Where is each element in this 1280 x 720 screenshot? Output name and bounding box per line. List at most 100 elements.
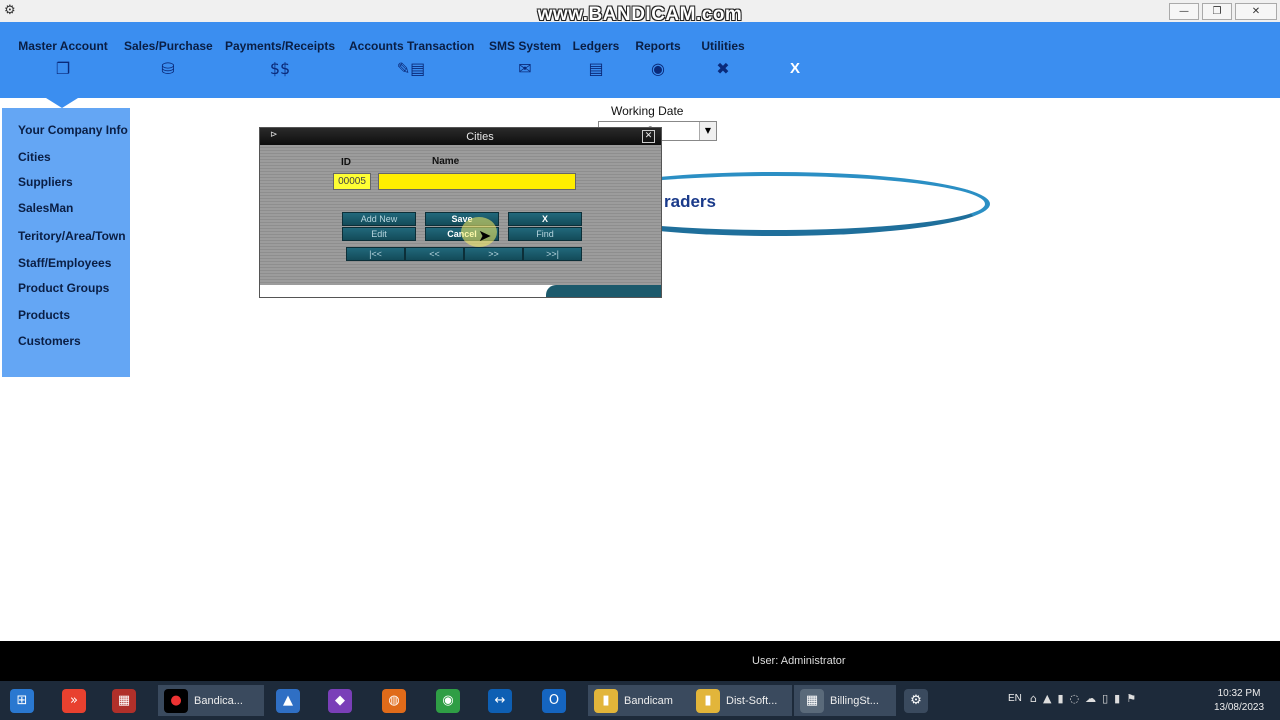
- azure-icon: ▲: [276, 688, 300, 713]
- menu-close-button[interactable]: X: [790, 60, 800, 77]
- menu-label: Utilities: [701, 39, 745, 53]
- menu-master-account[interactable]: Master Account ❐: [18, 22, 108, 98]
- first-record-button[interactable]: |<<: [346, 247, 405, 261]
- toolbox-icon: ▦: [112, 688, 136, 713]
- taskbar-app-azure[interactable]: ▲: [276, 685, 300, 716]
- menu-utilities[interactable]: Utilities ✖: [700, 22, 746, 98]
- sidebar-item-company-info[interactable]: Your Company Info: [18, 123, 128, 137]
- eye-icon: ◉: [651, 59, 665, 78]
- mouse-cursor-icon: ➤: [478, 226, 492, 245]
- name-field[interactable]: [378, 173, 576, 190]
- envelope-icon: ✉: [518, 59, 532, 78]
- taskbar-app-share[interactable]: »: [62, 685, 86, 716]
- sidebar-item-staff[interactable]: Staff/Employees: [18, 256, 111, 270]
- record-icon: ●: [164, 688, 188, 713]
- taskbar-label: Bandicam: [624, 694, 673, 707]
- clock-time: 10:32 PM: [1217, 688, 1261, 699]
- taskbar-folder-bandicam[interactable]: ▮ Bandicam: [588, 685, 690, 716]
- outlook-icon: O: [542, 688, 566, 713]
- dialog-x-button[interactable]: X: [508, 212, 582, 226]
- taskbar-app-shuttle[interactable]: ⚙: [904, 685, 928, 716]
- folder-icon: ▮: [696, 688, 720, 713]
- taskbar-label: Dist-Soft...: [726, 694, 778, 707]
- status-bar: User: Administrator: [0, 641, 1280, 681]
- ledger-pen-icon: ✎▤: [396, 59, 426, 78]
- sidebar-pointer: [46, 98, 78, 108]
- window-title-bar: ⚙ www.BANDICAM.com — ❐ ✕: [0, 0, 1280, 25]
- menu-label: Ledgers: [572, 39, 620, 53]
- taskbar-folder-dist-soft[interactable]: ▮ Dist-Soft...: [690, 685, 792, 716]
- working-date-label: Working Date: [611, 104, 684, 118]
- taskbar-app-visual-studio[interactable]: ◆: [328, 685, 352, 716]
- find-button[interactable]: Find: [508, 227, 582, 241]
- sidebar: Your Company Info Cities Suppliers Sales…: [2, 108, 130, 377]
- sidebar-item-customers[interactable]: Customers: [18, 334, 81, 348]
- id-field[interactable]: 00005: [333, 173, 371, 190]
- id-label: ID: [341, 157, 351, 168]
- menu-label: Reports: [635, 39, 681, 53]
- menu-reports[interactable]: Reports ◉: [634, 22, 682, 98]
- sidebar-item-cities[interactable]: Cities: [18, 150, 51, 164]
- sidebar-item-suppliers[interactable]: Suppliers: [18, 175, 73, 189]
- dialog-footer-accent: [546, 285, 661, 297]
- status-user: User: Administrator: [752, 655, 846, 667]
- visual-studio-icon: ◆: [328, 688, 352, 713]
- main-menu-bar: Master Account ❐ Sales/Purchase ⛁ Paymen…: [0, 22, 1280, 98]
- start-button[interactable]: ⊞: [10, 685, 34, 716]
- dialog-title-bar: ⊳ Cities ✕: [260, 128, 661, 145]
- chrome-icon: ◉: [436, 688, 460, 713]
- menu-label: SMS System: [489, 39, 562, 53]
- share-app-icon: »: [62, 688, 86, 713]
- taskbar-app-billing[interactable]: ▦ BillingSt...: [794, 685, 896, 716]
- system-tray-icons[interactable]: ⌂▲▮◌☁▯▮⚑: [1030, 692, 1142, 705]
- taskbar-app-toolbox[interactable]: ▦: [112, 685, 136, 716]
- dialog-footer: [260, 285, 661, 297]
- sidebar-item-product-groups[interactable]: Product Groups: [18, 281, 109, 295]
- menu-sales-purchase[interactable]: Sales/Purchase ⛁: [124, 22, 213, 98]
- sidebar-item-territory[interactable]: Teritory/Area/Town: [18, 229, 126, 243]
- document-icon: ❐: [55, 59, 71, 78]
- teamviewer-icon: ↔: [488, 688, 512, 713]
- dialog-title: Cities: [466, 131, 494, 143]
- chevron-down-icon[interactable]: ▼: [699, 122, 716, 140]
- folder-icon: ▮: [594, 688, 618, 713]
- cities-dialog: ⊳ Cities ✕ ID Name 00005 Add New Save X …: [259, 127, 662, 298]
- minimize-button[interactable]: —: [1169, 3, 1199, 20]
- menu-payments-receipts[interactable]: Payments/Receipts $$: [225, 22, 335, 98]
- menu-accounts-transaction[interactable]: Accounts Transaction ✎▤: [349, 22, 475, 98]
- company-name: raders: [664, 192, 716, 211]
- firefox-icon: ◍: [382, 688, 406, 713]
- menu-label: Payments/Receipts: [225, 39, 336, 53]
- sidebar-item-salesman[interactable]: SalesMan: [18, 201, 73, 215]
- taskbar-app-chrome[interactable]: ◉: [436, 685, 460, 716]
- taskbar-clock[interactable]: 10:32 PM 13/08/2023: [1208, 687, 1270, 715]
- dialog-close-icon[interactable]: ✕: [642, 130, 655, 143]
- language-indicator[interactable]: EN: [1008, 693, 1022, 704]
- tools-icon: ✖: [716, 59, 730, 78]
- dollar-icon: $$: [269, 59, 291, 78]
- menu-label: Accounts Transaction: [349, 39, 475, 53]
- taskbar-label: BillingSt...: [830, 694, 879, 707]
- books-icon: ▤: [588, 59, 604, 78]
- previous-record-button[interactable]: <<: [405, 247, 464, 261]
- add-new-button[interactable]: Add New: [342, 212, 416, 226]
- taskbar-app-firefox[interactable]: ◍: [382, 685, 406, 716]
- edit-button[interactable]: Edit: [342, 227, 416, 241]
- clock-date: 13/08/2023: [1213, 702, 1265, 713]
- taskbar-app-bandicam[interactable]: ● Bandica...: [158, 685, 264, 716]
- sidebar-item-products[interactable]: Products: [18, 308, 70, 322]
- taskbar-label: Bandica...: [194, 694, 243, 707]
- next-record-button[interactable]: >>: [464, 247, 523, 261]
- restore-button[interactable]: ❐: [1202, 3, 1232, 20]
- database-icon: ⛁: [161, 59, 175, 78]
- windows-icon: ⊞: [10, 688, 34, 713]
- close-window-button[interactable]: ✕: [1235, 3, 1277, 20]
- last-record-button[interactable]: >>|: [523, 247, 582, 261]
- shuttle-icon: ⚙: [904, 688, 928, 713]
- menu-label: Sales/Purchase: [124, 39, 213, 53]
- taskbar-app-teamviewer[interactable]: ↔: [488, 685, 512, 716]
- name-label: Name: [432, 156, 460, 167]
- menu-ledgers[interactable]: Ledgers ▤: [572, 22, 620, 98]
- taskbar-app-outlook[interactable]: O: [542, 685, 566, 716]
- menu-sms-system[interactable]: SMS System ✉: [489, 22, 561, 98]
